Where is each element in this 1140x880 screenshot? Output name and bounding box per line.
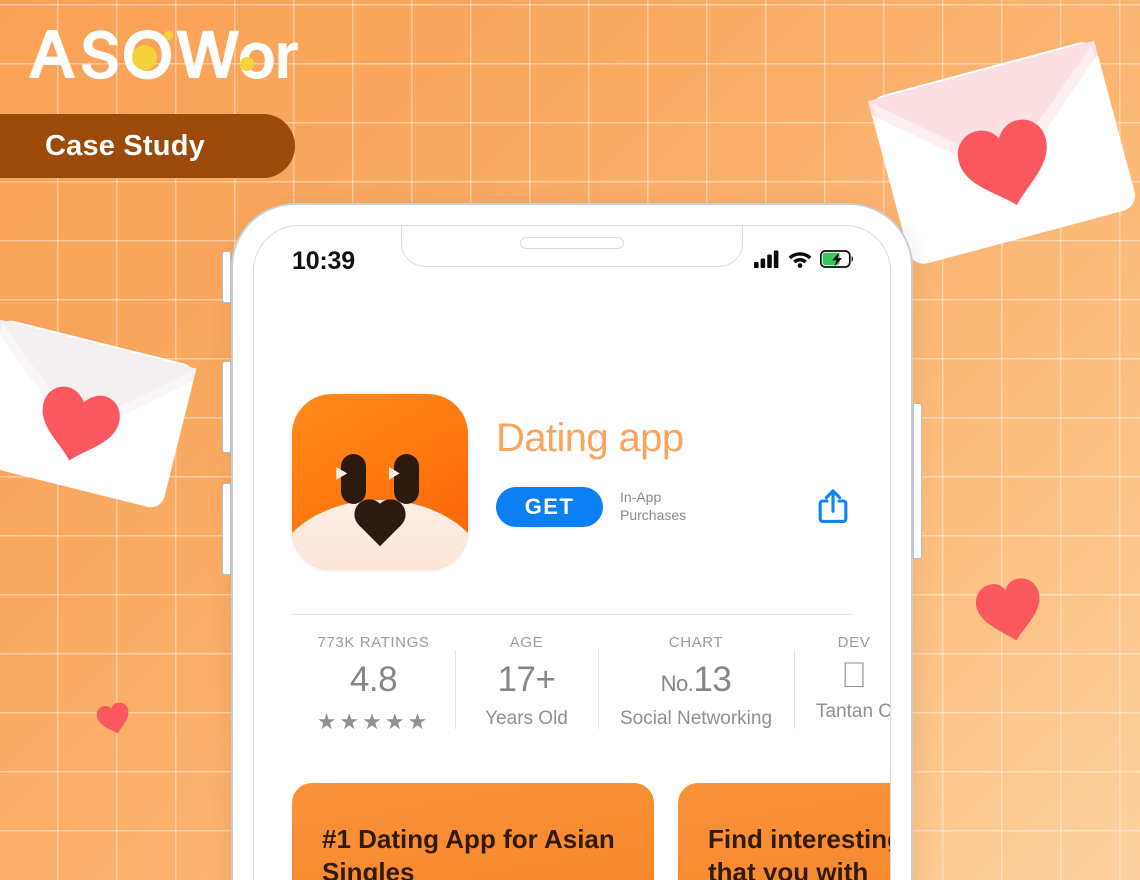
case-study-label: Case Study xyxy=(45,129,205,162)
stat-age-sub: Years Old xyxy=(485,708,568,729)
logo-dot-world xyxy=(240,57,254,71)
logo-dot-large xyxy=(132,45,157,70)
stat-developer: DEV ⎕ Tantan C xyxy=(794,634,891,735)
stat-chart-sub: Social Networking xyxy=(619,708,773,729)
iap-line-2: Purchases xyxy=(620,507,687,523)
screenshot-title: Find interesting people that you with xyxy=(708,824,891,880)
stat-developer-label: DEV xyxy=(837,634,871,651)
section-divider xyxy=(292,614,852,615)
stat-chart-label: CHART xyxy=(668,634,724,651)
developer-icon: ⎕ xyxy=(843,654,865,695)
fox-eye-left xyxy=(341,453,367,504)
status-bar: 10:39 xyxy=(254,226,890,282)
volume-up-button[interactable] xyxy=(222,361,231,453)
screenshot-carousel[interactable]: #1 Dating App for Asian Singles Find int… xyxy=(292,783,890,880)
power-button[interactable] xyxy=(913,403,922,559)
poster-canvas: Case Study 10:39 Dating app GET In-App P… xyxy=(0,0,1140,880)
share-button[interactable] xyxy=(814,488,852,527)
fox-eye-right xyxy=(393,453,419,504)
stat-chart-prefix: No. xyxy=(660,671,694,696)
logo-dot-small xyxy=(164,31,173,40)
screenshot-card[interactable]: Find interesting people that you with xyxy=(678,783,891,880)
phone-screen: 10:39 Dating app GET In-App Purchases 77… xyxy=(253,225,891,880)
app-meta: Dating app GET In-App Purchases xyxy=(496,394,852,570)
iap-line-1: In-App xyxy=(620,489,662,506)
status-clock: 10:39 xyxy=(292,246,355,275)
app-header: Dating app GET In-App Purchases xyxy=(292,394,852,570)
screenshot-title: #1 Dating App for Asian Singles xyxy=(322,824,615,880)
stat-ratings: 773K RATINGS 4.8 ★★★★★ xyxy=(292,634,455,735)
stat-chart: CHART No.13 Social Networking xyxy=(598,634,794,735)
case-study-badge: Case Study xyxy=(0,114,295,178)
stat-age: AGE 17+ Years Old xyxy=(455,634,598,735)
stat-developer-sub: Tantan C xyxy=(815,701,891,722)
envelope-heart-left xyxy=(0,315,199,512)
volume-down-button[interactable] xyxy=(222,483,231,575)
screenshot-card[interactable]: #1 Dating App for Asian Singles xyxy=(292,783,654,880)
stat-ratings-value: 4.8 xyxy=(349,660,398,699)
app-title: Dating app xyxy=(496,416,684,460)
iphone-mockup: 10:39 Dating app GET In-App Purchases 77… xyxy=(222,203,922,880)
stat-ratings-stars: ★★★★★ xyxy=(316,709,431,734)
heart-right xyxy=(968,571,1052,651)
share-icon xyxy=(818,488,848,527)
app-cta-row: GET In-App Purchases xyxy=(496,487,852,527)
signal-bars-icon xyxy=(754,250,780,273)
dating-app-fox-icon[interactable] xyxy=(292,394,468,570)
wifi-icon xyxy=(788,250,812,273)
in-app-purchases-note: In-App Purchases xyxy=(620,489,686,524)
heart-left-small xyxy=(92,698,135,740)
stat-ratings-label: 773K RATINGS xyxy=(317,634,430,651)
app-stats-row: 773K RATINGS 4.8 ★★★★★ AGE 17+ Years Old… xyxy=(292,634,890,735)
stat-chart-rank: 13 xyxy=(693,660,732,699)
stat-age-value: 17+ xyxy=(497,660,556,699)
stat-age-label: AGE xyxy=(509,634,544,651)
get-button[interactable]: GET xyxy=(496,487,603,527)
stat-chart-value: No.13 xyxy=(604,660,788,700)
battery-charging-icon xyxy=(819,249,854,273)
mute-switch-button[interactable] xyxy=(222,251,231,303)
